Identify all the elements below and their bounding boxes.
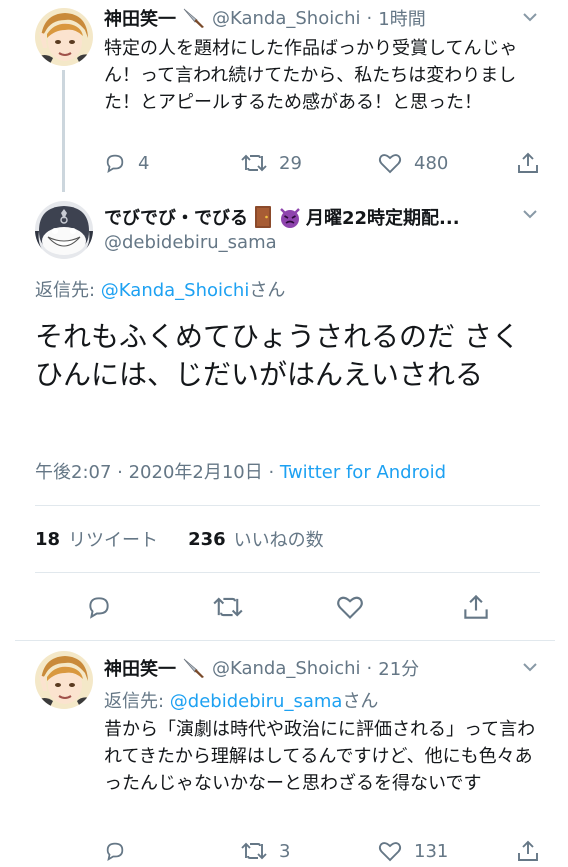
like-stat-count[interactable]: 236 bbox=[188, 529, 226, 550]
separator: · bbox=[366, 7, 373, 29]
handle[interactable]: @Kanda_Shoichi bbox=[212, 658, 361, 679]
reply-icon bbox=[106, 842, 124, 862]
retweet-button[interactable]: 29 bbox=[241, 152, 302, 174]
avatar[interactable] bbox=[35, 651, 93, 709]
avatar-illustration bbox=[35, 651, 93, 709]
retweet-button[interactable] bbox=[213, 594, 243, 620]
reply-button[interactable]: 4 bbox=[104, 152, 149, 174]
tweet-header: でびでび・でびる 月曜22時定期配... bbox=[104, 204, 460, 230]
share-icon bbox=[464, 594, 488, 619]
display-name[interactable]: でびでび・でびる bbox=[104, 204, 248, 230]
reply-button[interactable] bbox=[104, 840, 138, 862]
heart-icon bbox=[337, 596, 363, 619]
chevron-down-icon[interactable] bbox=[523, 662, 537, 672]
retweet-icon bbox=[241, 842, 267, 860]
retweet-stat-count[interactable]: 18 bbox=[35, 529, 60, 550]
retweet-count: 3 bbox=[279, 840, 291, 862]
reply-to-handle[interactable]: @debidebiru_sama bbox=[170, 691, 343, 712]
timestamp[interactable]: 午後2:07 · 2020年2月10日 · bbox=[35, 462, 280, 483]
like-stat-label[interactable]: いいねの数 bbox=[234, 526, 324, 552]
tweet-header: 神田笑一 @Kanda_Shoichi · 1時間 bbox=[104, 5, 426, 31]
tweet-text: 特定の人を題材にした作品ばっかり受賞してんじゃん！って言われ続けてたから、私たち… bbox=[104, 38, 518, 113]
avatar[interactable] bbox=[35, 8, 93, 66]
share-button[interactable] bbox=[517, 152, 539, 174]
reply-icon bbox=[89, 597, 109, 619]
reply-context: 返信先: @Kanda_Shoichiさん bbox=[35, 276, 285, 302]
reply-to-suffix: さん bbox=[342, 691, 379, 712]
timestamp[interactable]: 1時間 bbox=[378, 5, 425, 31]
reply-button[interactable] bbox=[86, 594, 112, 620]
devil-face-icon bbox=[280, 208, 300, 228]
timestamp[interactable]: 21分 bbox=[378, 655, 419, 681]
share-button[interactable] bbox=[517, 840, 539, 862]
knife-icon bbox=[183, 658, 204, 678]
reply-icon bbox=[106, 154, 124, 174]
reply-count: 4 bbox=[138, 152, 150, 174]
like-count: 480 bbox=[414, 152, 449, 174]
retweet-icon bbox=[213, 597, 243, 617]
chevron-down-icon[interactable] bbox=[523, 12, 537, 22]
heart-icon bbox=[378, 154, 402, 174]
knife-icon bbox=[183, 8, 204, 28]
avatar-illustration bbox=[35, 8, 93, 66]
display-name[interactable]: 神田笑一 bbox=[104, 5, 176, 31]
display-name[interactable]: 神田笑一 bbox=[104, 655, 176, 681]
tweet-text: 昔から「演劇は時代や政治にに評価される」って言われてきたから理解はしてるんですけ… bbox=[104, 719, 536, 794]
door-icon bbox=[255, 206, 271, 228]
display-name-suffix[interactable]: 月曜22時定期配... bbox=[306, 204, 460, 230]
reply-context: 返信先: @debidebiru_samaさん bbox=[104, 687, 378, 713]
handle[interactable]: @Kanda_Shoichi bbox=[212, 8, 361, 29]
tweet-meta: 午後2:07 · 2020年2月10日 · Twitter for Androi… bbox=[35, 458, 446, 484]
reply-to-suffix: さん bbox=[249, 280, 286, 301]
engagement-stats: 18 リツイート 236 いいねの数 bbox=[35, 526, 324, 552]
chevron-down-icon[interactable] bbox=[523, 209, 537, 219]
tweet-header: 神田笑一 @Kanda_Shoichi · 21分 bbox=[104, 655, 419, 681]
avatar[interactable] bbox=[35, 201, 93, 259]
tweet-text: それもふくめてひょうされるのだ さくひんには、じだいがはんえいされる bbox=[35, 320, 520, 391]
retweet-button[interactable]: 3 bbox=[241, 840, 290, 862]
retweet-stat-label[interactable]: リツイート bbox=[68, 526, 158, 552]
like-count: 131 bbox=[414, 840, 449, 862]
share-button[interactable] bbox=[463, 594, 489, 620]
like-button[interactable]: 480 bbox=[378, 152, 448, 174]
handle[interactable]: @debidebiru_sama bbox=[104, 232, 277, 253]
heart-icon bbox=[378, 842, 402, 862]
retweet-count: 29 bbox=[279, 152, 302, 174]
divider bbox=[35, 572, 540, 573]
reply-to-handle[interactable]: @Kanda_Shoichi bbox=[101, 280, 250, 301]
retweet-icon bbox=[241, 154, 267, 172]
share-icon bbox=[518, 152, 538, 173]
like-button[interactable] bbox=[336, 594, 364, 620]
divider bbox=[35, 505, 540, 506]
reply-to-label: 返信先: bbox=[35, 280, 101, 301]
avatar-illustration bbox=[35, 201, 93, 259]
client-link[interactable]: Twitter for Android bbox=[280, 462, 446, 483]
like-button[interactable]: 131 bbox=[378, 840, 448, 862]
divider bbox=[15, 640, 555, 641]
share-icon bbox=[518, 840, 538, 861]
separator: · bbox=[366, 657, 373, 679]
reply-to-label: 返信先: bbox=[104, 691, 170, 712]
thread-line bbox=[62, 70, 65, 192]
